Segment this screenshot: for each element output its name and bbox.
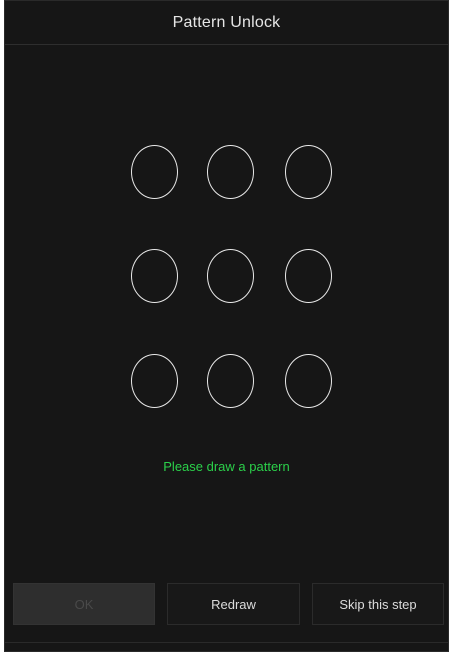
pattern-dot-9[interactable]	[285, 354, 332, 408]
pattern-dot-1[interactable]	[131, 145, 178, 199]
pattern-dot-7[interactable]	[131, 354, 178, 408]
skip-step-button[interactable]: Skip this step	[312, 583, 444, 625]
pattern-dot-4[interactable]	[131, 249, 178, 303]
pattern-dot-5[interactable]	[207, 249, 254, 303]
confirm-button-label: OK	[74, 596, 94, 612]
redraw-button[interactable]: Redraw	[167, 583, 300, 625]
pattern-dot-6[interactable]	[285, 249, 332, 303]
pattern-dot-2[interactable]	[207, 145, 254, 199]
pattern-dot-3[interactable]	[285, 145, 332, 199]
pattern-hint: Please draw a pattern	[163, 459, 290, 474]
pattern-dot-8[interactable]	[207, 354, 254, 408]
pattern-unlock-dialog: Pattern Unlock Please draw a pattern OK …	[4, 0, 449, 652]
pattern-grid[interactable]	[5, 1, 448, 651]
redraw-button-label: Redraw	[211, 596, 256, 612]
divider	[5, 642, 448, 643]
confirm-button[interactable]: OK	[13, 583, 155, 625]
skip-step-button-label: Skip this step	[339, 596, 417, 612]
